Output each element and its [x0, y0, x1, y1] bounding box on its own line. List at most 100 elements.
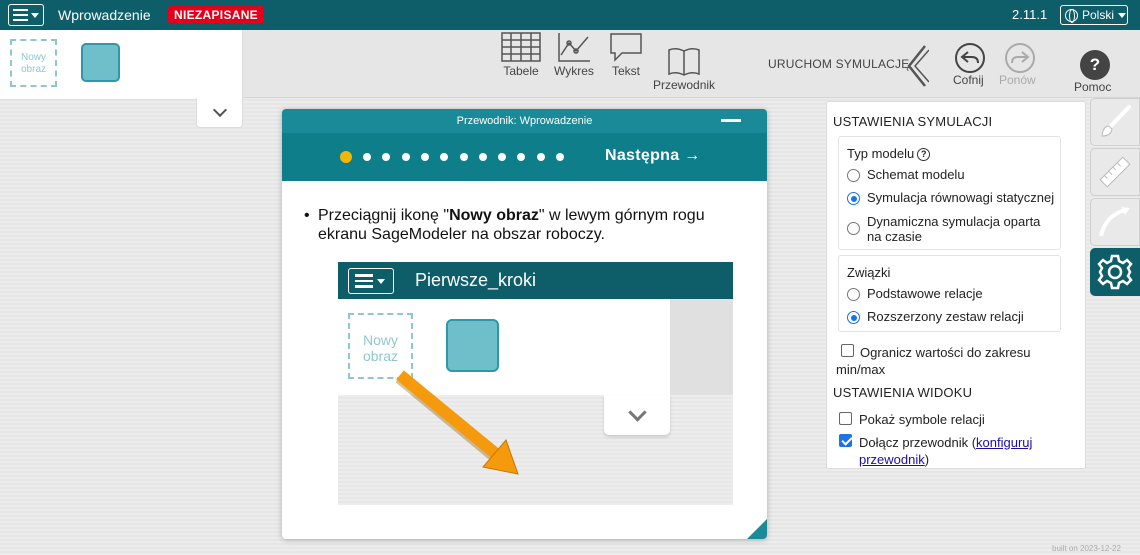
hamburger-icon [13, 9, 28, 21]
model-type-group: Typ modelu? Schemat modelu Symulacja rów… [838, 136, 1061, 250]
top-bar: Wprowadzenie NIEZAPISANE 2.11.1 Polski [0, 0, 1140, 30]
step-dot[interactable] [459, 153, 468, 161]
step-dot[interactable] [340, 151, 352, 163]
checkbox[interactable] [839, 434, 852, 447]
run-simulation-label[interactable]: URUCHOM SYMULACJĘ [768, 57, 909, 71]
build-date: built on 2023-12-22 [1052, 544, 1121, 553]
language-menu[interactable]: Polski [1060, 5, 1128, 25]
caret-down-icon [1118, 12, 1127, 18]
model-type-label-text: Typ modelu [847, 146, 915, 161]
include-guide-option[interactable]: Dołącz przewodnik (konfiguruj przewodnik… [839, 434, 1069, 468]
radio-button[interactable] [847, 169, 860, 182]
drag-arrow-icon [395, 370, 519, 475]
chart-icon [556, 30, 592, 64]
step-dot[interactable] [440, 153, 449, 161]
checkbox[interactable] [841, 344, 854, 357]
option-label: Podstawowe relacje [867, 286, 983, 301]
ruler-icon [1099, 156, 1131, 188]
step-dot[interactable] [382, 153, 391, 161]
curve-arrow-icon [1099, 207, 1130, 237]
simulation-settings-title: USTAWIENIA SYMULACJI [833, 114, 993, 129]
new-image-item[interactable]: Nowy obraz [10, 39, 57, 87]
text-button[interactable]: Tekst [608, 30, 644, 78]
unsaved-badge: NIEZAPISANE [168, 6, 264, 24]
minimize-icon[interactable] [721, 119, 741, 122]
simulation-settings-tab[interactable] [1090, 248, 1140, 296]
settings-panel: USTAWIENIA SYMULACJI Typ modelu? Schemat… [826, 101, 1086, 469]
option-label: Rozszerzony zestaw relacji [867, 309, 1024, 324]
redo-icon [1011, 51, 1030, 64]
step-text-bold: Nowy obraz [449, 207, 539, 224]
include-guide-text: Dołącz przewodnik ( [859, 435, 977, 450]
guide-title: Przewodnik: Wprowadzenie [456, 115, 593, 127]
text-label: Tekst [611, 64, 640, 78]
radio-button[interactable] [847, 288, 860, 301]
step-dot[interactable] [478, 153, 487, 161]
guide-navigation: Następna → [282, 133, 767, 181]
caret-down-icon [31, 12, 39, 18]
step-dot[interactable] [498, 153, 507, 161]
book-icon [666, 44, 702, 78]
language-label: Polski [1082, 8, 1115, 22]
undo-label: Cofnij [953, 73, 984, 87]
guide-button[interactable]: Przewodnik [653, 44, 715, 92]
speech-bubble-icon [608, 30, 644, 64]
paintbrush-icon [1101, 105, 1131, 137]
limit-values-option[interactable]: Ogranicz wartości do zakresu min/max [836, 344, 1066, 378]
palette-node[interactable] [81, 43, 120, 82]
bullet-icon: • [304, 207, 310, 224]
chevron-down-icon [212, 102, 227, 118]
guide-dialog: Przewodnik: Wprowadzenie Następna → • Pr… [282, 109, 767, 539]
redo-label: Ponów [999, 73, 1036, 87]
radio-button[interactable] [847, 192, 860, 205]
step-dot[interactable] [363, 153, 371, 161]
option-label: Dołącz przewodnik (konfiguruj przewodnik… [839, 434, 1069, 468]
question-icon: ? [1089, 55, 1101, 74]
version-label: 2.11.1 [1012, 7, 1048, 22]
values-tab[interactable] [1090, 148, 1140, 196]
guide-label: Przewodnik [653, 78, 716, 92]
option-label: Schemat modelu [867, 167, 965, 182]
resize-handle[interactable] [747, 519, 767, 539]
step-dot[interactable] [536, 153, 545, 161]
redo-button[interactable] [1005, 43, 1035, 73]
help-label: Pomoc [1074, 80, 1112, 94]
step-dot[interactable] [420, 153, 429, 161]
relations-label: Związki [847, 265, 891, 280]
undo-icon [960, 51, 979, 64]
tables-label: Tabele [503, 64, 539, 78]
table-icon [500, 30, 542, 64]
next-step-button[interactable]: Następna → [605, 147, 700, 165]
radio-button[interactable] [847, 311, 860, 324]
view-settings-title: USTAWIENIA WIDOKU [833, 385, 973, 400]
main-menu-button[interactable] [8, 4, 44, 26]
radio-button[interactable] [847, 222, 860, 235]
node-palette: Nowy obraz [0, 30, 243, 100]
gear-icon [1097, 254, 1133, 290]
step-dot[interactable] [401, 153, 410, 161]
globe-icon [1065, 8, 1078, 23]
undo-button[interactable] [955, 43, 985, 73]
chevron-left-icon[interactable] [905, 44, 929, 88]
model-type-label: Typ modelu? [847, 146, 931, 161]
info-icon[interactable]: ? [917, 148, 931, 161]
help-button[interactable]: ? [1080, 50, 1110, 80]
relations-tab[interactable] [1090, 198, 1140, 246]
tables-button[interactable]: Tabele [500, 30, 542, 78]
include-guide-text-end: ) [924, 452, 930, 467]
guide-header[interactable]: Przewodnik: Wprowadzenie [282, 109, 767, 133]
guide-illustration: Pierwsze_kroki Nowy obraz [338, 262, 733, 505]
style-tab[interactable] [1090, 98, 1140, 146]
checkbox[interactable] [839, 412, 852, 425]
palette-expand-toggle[interactable] [196, 98, 243, 128]
guide-step-text: • Przeciągnij ikonę "Nowy obraz" w lewym… [304, 206, 738, 244]
step-dot[interactable] [556, 153, 564, 161]
step-text-before: Przeciągnij ikonę " [318, 207, 450, 224]
document-title[interactable]: Wprowadzenie [58, 7, 151, 23]
graph-button[interactable]: Wykres [554, 30, 594, 78]
graph-label: Wykres [554, 64, 594, 78]
relations-group: Związki Podstawowe relacje Rozszerzony z… [838, 255, 1061, 332]
step-dot[interactable] [517, 153, 526, 161]
option-label: Pokaż symbole relacji [859, 412, 985, 427]
option-label: Ogranicz wartości do zakresu min/max [836, 345, 1031, 377]
